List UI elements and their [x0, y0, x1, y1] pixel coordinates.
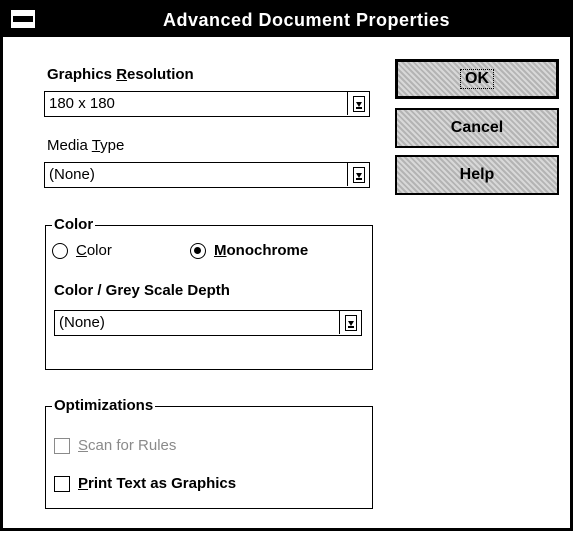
color-depth-dropdown[interactable]: (None) [54, 310, 362, 336]
dialog-window: Advanced Document Properties Graphics Re… [0, 0, 573, 531]
radio-selected-icon [190, 242, 206, 259]
scan-for-rules-label: Scan for Rules [78, 437, 177, 454]
monochrome-radio-label: Monochrome [214, 242, 309, 259]
color-radio-label: Color [76, 242, 112, 259]
color-depth-value: (None) [59, 314, 105, 331]
color-group: Color Color Monochrome Color / Grey Scal… [45, 216, 373, 370]
color-group-title: Color [52, 216, 96, 233]
print-text-as-graphics-checkbox[interactable]: Print Text as Graphics [54, 475, 236, 492]
checkbox-unchecked-icon [54, 437, 70, 454]
graphics-resolution-dropdown[interactable]: 180 x 180 [44, 91, 370, 117]
print-text-as-graphics-label: Print Text as Graphics [78, 475, 237, 492]
radio-unselected-icon [52, 242, 68, 259]
window-title: Advanced Document Properties [162, 10, 451, 30]
scan-for-rules-checkbox[interactable]: Scan for Rules [54, 437, 176, 454]
ok-button[interactable]: OK [395, 59, 559, 99]
optimizations-group: Optimizations Scan for Rules Print Text … [45, 397, 373, 509]
system-menu-icon[interactable] [9, 8, 37, 30]
dropdown-arrow-icon[interactable] [339, 311, 361, 334]
dropdown-arrow-icon[interactable] [347, 92, 369, 115]
color-radio[interactable]: Color [52, 242, 112, 259]
graphics-resolution-label: Graphics Resolution [47, 66, 194, 83]
graphics-resolution-value: 180 x 180 [49, 95, 115, 112]
title-bar: Advanced Document Properties [3, 3, 570, 37]
media-type-dropdown[interactable]: (None) [44, 162, 370, 188]
media-type-label: Media Type [47, 137, 125, 154]
monochrome-radio[interactable]: Monochrome [190, 242, 308, 259]
help-button[interactable]: Help [395, 155, 559, 195]
checkbox-unchecked-icon [54, 475, 70, 492]
dropdown-arrow-icon[interactable] [347, 163, 369, 186]
optimizations-group-title: Optimizations [52, 397, 156, 414]
media-type-value: (None) [49, 166, 95, 183]
color-depth-label: Color / Grey Scale Depth [54, 282, 230, 299]
cancel-button[interactable]: Cancel [395, 108, 559, 148]
